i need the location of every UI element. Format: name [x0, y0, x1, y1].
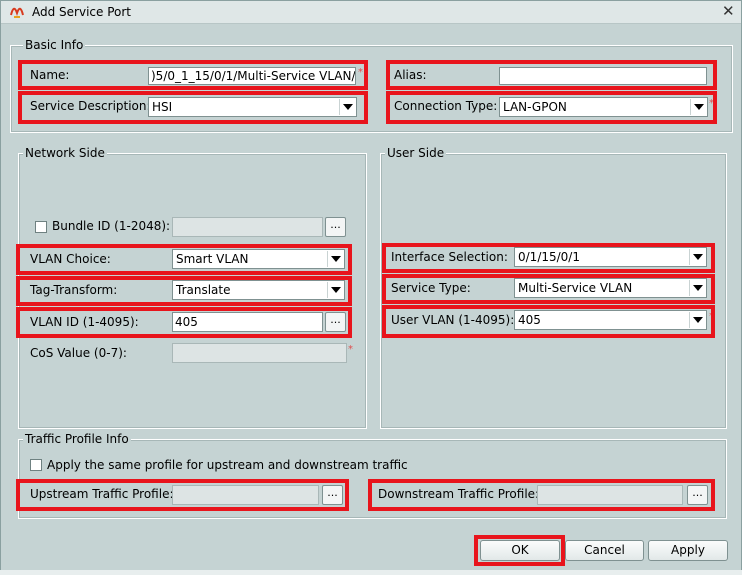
cancel-button[interactable]: Cancel [565, 540, 644, 561]
upstream-profile-highlight [16, 479, 349, 511]
cos-value-input[interactable] [172, 343, 347, 363]
service-description-highlight [18, 91, 368, 124]
connection-type-highlight [386, 91, 717, 124]
interface-selection-highlight [382, 243, 715, 273]
same-profile-checkbox[interactable] [30, 459, 42, 471]
downstream-profile-highlight [368, 479, 715, 511]
service-type-highlight [382, 274, 715, 304]
app-logo-icon [10, 7, 24, 18]
user-vlan-highlight [382, 305, 715, 338]
network-side-label: Network Side [23, 146, 107, 160]
vlan-id-highlight [16, 307, 352, 338]
ok-highlight [474, 535, 565, 566]
basic-info-label: Basic Info [23, 38, 86, 52]
bundle-id-checkbox[interactable] [35, 221, 47, 233]
bundle-id-browse-button[interactable]: ... [325, 217, 346, 237]
cos-value-label: CoS Value (0-7): [30, 346, 127, 360]
title-bar: Add Service Port ✕ [1, 1, 741, 24]
tag-transform-highlight [16, 276, 352, 306]
traffic-profile-label: Traffic Profile Info [23, 432, 131, 446]
same-profile-label: Apply the same profile for upstream and … [47, 458, 408, 472]
vlan-choice-highlight [16, 244, 352, 275]
bundle-id-input[interactable] [172, 217, 323, 237]
required-mark: * [348, 344, 353, 355]
alias-highlight [386, 60, 717, 90]
user-side-label: User Side [385, 146, 447, 160]
close-icon[interactable]: ✕ [722, 2, 735, 20]
apply-button[interactable]: Apply [648, 540, 728, 561]
window-bottom-edge [0, 570, 742, 575]
add-service-port-dialog: Add Service Port ✕ Basic Info Name: )5/0… [0, 0, 742, 573]
name-highlight [18, 60, 368, 90]
bundle-id-label: Bundle ID (1-2048): [52, 219, 171, 233]
dialog-title: Add Service Port [32, 5, 131, 19]
